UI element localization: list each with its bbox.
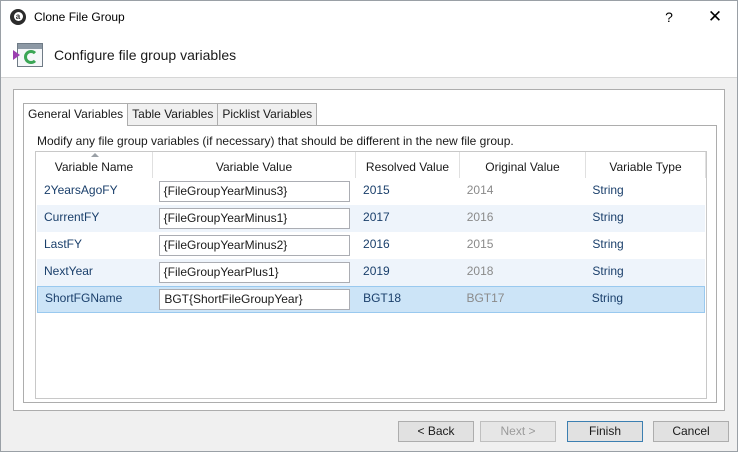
- variable-value-input[interactable]: {FileGroupYearMinus1}: [158, 208, 350, 229]
- variable-value-input[interactable]: BGT{ShortFileGroupYear}: [159, 289, 351, 310]
- table-row[interactable]: NextYear {FileGroupYearPlus1} 2019 2018 …: [37, 259, 705, 286]
- variable-value-input[interactable]: {FileGroupYearMinus2}: [158, 235, 350, 256]
- table-row[interactable]: 2YearsAgoFY {FileGroupYearMinus3} 2015 2…: [37, 178, 705, 205]
- tab-general-variables[interactable]: General Variables: [23, 103, 129, 126]
- general-variables-tab-content: Modify any file group variables (if nece…: [23, 125, 717, 403]
- tab-table-variables[interactable]: Table Variables: [127, 103, 219, 125]
- next-button[interactable]: Next >: [480, 421, 556, 442]
- grid-header: Variable Name Variable Value Resolved Va…: [36, 152, 706, 178]
- column-header-variable-name[interactable]: Variable Name: [36, 152, 153, 178]
- column-header-label: Variable Name: [54, 160, 134, 174]
- variable-type-cell: String: [591, 291, 624, 305]
- tab-strip: General Variables Table Variables Pickli…: [23, 103, 318, 126]
- variable-type-cell: String: [592, 210, 624, 224]
- variable-value-cell: {FileGroupYearMinus3}: [154, 178, 356, 205]
- variable-value-cell: {FileGroupYearMinus1}: [154, 205, 356, 232]
- variables-grid: Variable Name Variable Value Resolved Va…: [35, 151, 707, 399]
- resolved-value-cell: BGT18: [363, 291, 402, 305]
- resolved-value-cell: 2016: [363, 237, 390, 251]
- variable-value-cell: BGT{ShortFileGroupYear}: [154, 286, 356, 313]
- finish-button[interactable]: Finish: [567, 421, 643, 442]
- column-header-original-value[interactable]: Original Value: [460, 152, 586, 178]
- original-value-cell: 2015: [466, 237, 494, 251]
- table-row-selected[interactable]: ShortFGName BGT{ShortFileGroupYear} BGT1…: [37, 286, 705, 313]
- variable-name-cell: NextYear: [44, 264, 93, 278]
- original-value-cell: 2014: [466, 183, 494, 197]
- variable-value-input[interactable]: {FileGroupYearPlus1}: [158, 262, 350, 283]
- wizard-header: Configure file group variables: [1, 32, 737, 78]
- column-header-variable-type[interactable]: Variable Type: [586, 152, 706, 178]
- variable-type-cell: String: [592, 264, 624, 278]
- resolved-value-cell: 2015: [363, 183, 390, 197]
- variable-value-cell: {FileGroupYearPlus1}: [154, 259, 356, 286]
- tab-picklist-variables[interactable]: Picklist Variables: [217, 103, 318, 125]
- help-button[interactable]: ?: [649, 1, 689, 32]
- file-group-refresh-icon: [13, 41, 43, 69]
- variable-value-cell: {FileGroupYearMinus2}: [154, 232, 356, 259]
- variable-type-cell: String: [592, 183, 624, 197]
- cancel-button[interactable]: Cancel: [653, 421, 729, 442]
- instruction-text: Modify any file group variables (if nece…: [37, 134, 514, 148]
- clone-file-group-dialog: a Clone File Group ? ✕ Configure file gr…: [0, 0, 738, 452]
- original-value-cell: 2018: [466, 264, 494, 278]
- resolved-value-cell: 2017: [363, 210, 390, 224]
- title-bar: a Clone File Group ? ✕: [1, 1, 737, 32]
- variable-name-cell: CurrentFY: [44, 210, 100, 224]
- back-button[interactable]: < Back: [398, 421, 474, 442]
- variable-name-cell: LastFY: [44, 237, 83, 251]
- variable-name-cell: ShortFGName: [45, 291, 123, 305]
- sort-ascending-icon: [91, 153, 99, 157]
- variable-type-cell: String: [592, 237, 624, 251]
- original-value-cell: 2016: [466, 210, 494, 224]
- variable-value-input[interactable]: {FileGroupYearMinus3}: [158, 181, 350, 202]
- table-row[interactable]: LastFY {FileGroupYearMinus2} 2016 2015 S…: [37, 232, 705, 259]
- close-button[interactable]: ✕: [695, 1, 735, 32]
- variable-name-cell: 2YearsAgoFY: [44, 183, 118, 197]
- header-title: Configure file group variables: [54, 46, 237, 63]
- column-header-resolved-value[interactable]: Resolved Value: [356, 152, 460, 178]
- column-header-variable-value[interactable]: Variable Value: [153, 152, 356, 178]
- resolved-value-cell: 2019: [363, 264, 390, 278]
- app-logo-icon: a: [10, 8, 26, 25]
- original-value-cell: BGT17: [466, 291, 505, 305]
- window-title: Clone File Group: [34, 9, 125, 24]
- table-row[interactable]: CurrentFY {FileGroupYearMinus1} 2017 201…: [37, 205, 705, 232]
